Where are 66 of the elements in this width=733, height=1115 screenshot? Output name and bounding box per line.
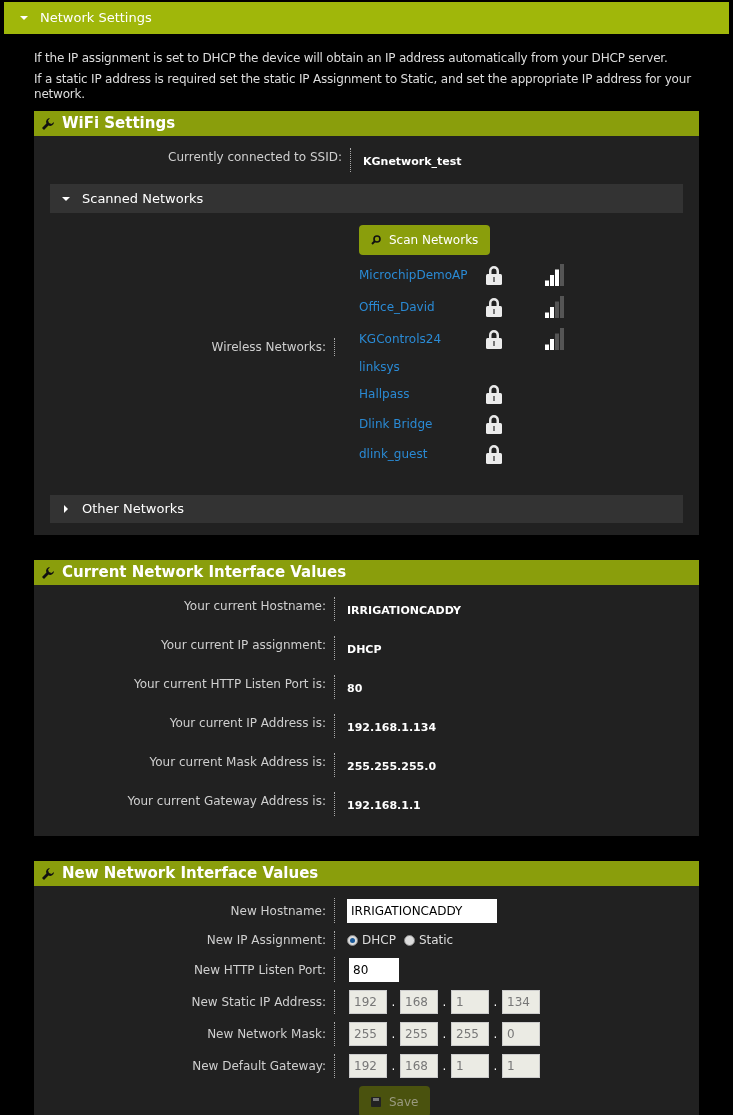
network-link[interactable]: Dlink Bridge	[359, 415, 485, 433]
intro-paragraph: If a static IP address is required set the static IP Assignment to Static, and set the appropriate IP address for your network.	[34, 72, 693, 102]
field-label: New Hostname:	[229, 902, 327, 920]
subsection-title: Other Networks	[82, 500, 185, 519]
octet-separator: .	[390, 994, 397, 1011]
wrench-icon	[42, 117, 54, 130]
network-link[interactable]: linksys	[359, 358, 485, 376]
panel-title: WiFi Settings	[62, 113, 176, 135]
padlock-icon	[485, 265, 503, 285]
field-value: 192.168.1.1	[347, 799, 421, 812]
field-value: KGnetwork_test	[363, 155, 462, 168]
octet-separator: .	[492, 1058, 499, 1075]
section-header[interactable]: Network Settings	[4, 2, 729, 34]
radio-option[interactable]: DHCP	[347, 931, 396, 949]
signal-strength-icon	[545, 328, 565, 350]
radio-option[interactable]: Static	[403, 931, 454, 949]
octet-separator: .	[492, 1026, 499, 1043]
panel-title: New Network Interface Values	[62, 863, 319, 885]
octet-separator: .	[390, 1026, 397, 1043]
wrench-icon	[42, 566, 54, 579]
intro-paragraph: If the IP assignment is set to DHCP the device will obtain an IP address automatically from your DHCP server.	[34, 51, 669, 66]
search-icon	[371, 235, 381, 245]
subsection-header[interactable]: Scanned Networks	[50, 184, 683, 213]
field-label: New Default Gateway:	[191, 1058, 327, 1075]
padlock-icon	[485, 329, 503, 349]
field-label: Your current Hostname:	[183, 598, 327, 615]
network-link[interactable]: MicrochipDemoAP	[359, 266, 485, 284]
octet-separator: .	[441, 1026, 448, 1043]
signal-strength-icon	[545, 296, 565, 318]
field-label: Your current Gateway Address is:	[126, 793, 327, 810]
field-label: Currently connected to SSID:	[167, 149, 343, 166]
octet-separator: .	[441, 994, 448, 1011]
octet-separator: .	[492, 994, 499, 1011]
field-label: Your current IP Address is:	[168, 715, 327, 732]
field-value: DHCP	[347, 643, 382, 656]
field-label: New Network Mask:	[206, 1026, 327, 1043]
field-label: Your current HTTP Listen Port is:	[132, 676, 327, 693]
padlock-icon	[485, 444, 503, 464]
field-label: New Static IP Address:	[190, 994, 327, 1011]
field-label: Wireless Networks:	[210, 339, 327, 356]
octet-separator: .	[390, 1058, 397, 1075]
signal-strength-icon	[545, 264, 565, 286]
wrench-icon	[42, 867, 54, 880]
network-link[interactable]: KGControls24	[359, 330, 485, 348]
octet-separator: .	[441, 1058, 448, 1075]
text-field[interactable]: IRRIGATIONCADDY	[347, 899, 497, 923]
padlock-icon	[485, 384, 503, 404]
section-title: Network Settings	[40, 9, 152, 28]
subsection-title: Scanned Networks	[82, 189, 204, 208]
field-value: 80	[347, 682, 363, 695]
scan-networks-button[interactable]: Scan Networks	[359, 225, 491, 255]
panel-title: Current Network Interface Values	[62, 562, 347, 584]
field-label: Your current IP assignment:	[160, 637, 327, 654]
subsection-header[interactable]: Other Networks	[50, 495, 683, 523]
field-value: 192.168.1.134	[347, 721, 437, 734]
field-label: New HTTP Listen Port:	[192, 961, 327, 979]
padlock-icon	[485, 414, 503, 434]
field-value: IRRIGATIONCADDY	[347, 604, 461, 617]
field-label: New IP Assignment:	[205, 932, 327, 949]
field-value: 255.255.255.0	[347, 760, 437, 773]
text-field[interactable]: 80	[349, 958, 399, 982]
network-link[interactable]: dlink_guest	[359, 445, 485, 463]
network-link[interactable]: Office_David	[359, 298, 485, 316]
network-link[interactable]: Hallpass	[359, 385, 485, 403]
field-label: Your current Mask Address is:	[148, 754, 327, 771]
padlock-icon	[485, 297, 503, 317]
